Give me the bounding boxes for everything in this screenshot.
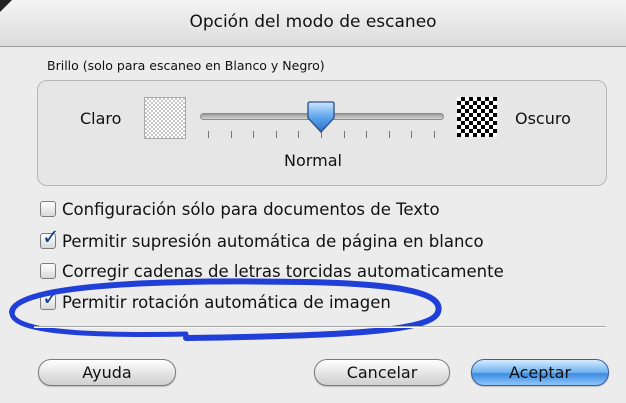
light-label: Claro [80,109,122,128]
window-corner-icon [0,0,12,12]
slider-tick [366,131,368,138]
option-label: Configuración sólo para documentos de Te… [62,199,440,219]
slider-thumb-icon[interactable] [306,100,336,134]
cancel-button[interactable]: Cancelar [314,359,450,386]
slider-tick [434,131,435,138]
window-title: Opción del modo de escaneo [189,12,437,32]
slider-tick [388,131,390,138]
option-label: Corregir cadenas de letras torcidas auto… [62,261,504,281]
slider-tick [298,131,300,138]
checkbox[interactable]: ✓ [40,287,60,310]
slider-tick [208,131,209,138]
slider-tick [343,131,345,138]
slider-tick [253,131,255,138]
brightness-group-label: Brillo (solo para escaneo en Blanco y Ne… [47,58,325,73]
checkmark-icon: ✓ [42,225,60,249]
option-skew-correction[interactable]: ✓ Corregir cadenas de letras torcidas au… [40,259,504,283]
light-pattern-icon [144,97,186,139]
option-label: Permitir rotación automática de imagen [62,292,391,312]
accept-button[interactable]: Aceptar [471,359,609,386]
divider [34,326,606,328]
checkbox[interactable]: ✓ [40,226,60,249]
checkbox[interactable]: ✓ [40,263,56,279]
slider-tick [275,131,277,138]
option-text-documents[interactable]: ✓ Configuración sólo para documentos de … [40,197,440,221]
checkmark-icon: ✓ [42,286,60,310]
option-label: Permitir supresión automática de página … [62,231,484,251]
option-auto-rotation[interactable]: ✓ Permitir rotación automática de imagen [40,287,391,314]
slider-tick [230,131,232,138]
slider-value-label: Normal [284,151,342,170]
help-button[interactable]: Ayuda [38,359,176,386]
slider-tick [411,131,413,138]
checkbox[interactable]: ✓ [40,201,56,217]
dark-label: Oscuro [515,109,571,128]
dark-pattern-icon [457,97,497,137]
option-blank-page-removal[interactable]: ✓ Permitir supresión automática de págin… [40,226,484,253]
